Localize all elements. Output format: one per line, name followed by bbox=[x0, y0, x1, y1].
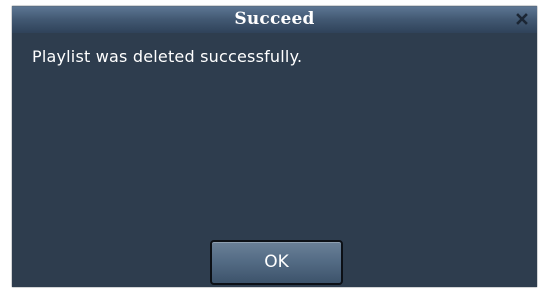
dialog-message: Playlist was deleted successfully. bbox=[32, 47, 303, 66]
ok-button[interactable]: OK bbox=[210, 240, 343, 285]
success-dialog: Succeed Playlist was deleted successfull… bbox=[12, 6, 537, 287]
dialog-titlebar: Succeed bbox=[12, 7, 537, 33]
close-icon[interactable] bbox=[513, 10, 531, 28]
dialog-title: Succeed bbox=[234, 9, 315, 29]
